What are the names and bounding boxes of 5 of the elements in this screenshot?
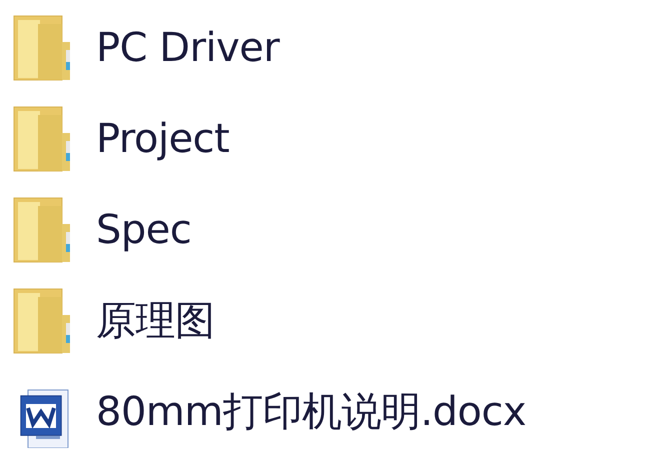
file-name[interactable]: 原理图	[96, 293, 214, 348]
file-name[interactable]: PC Driver	[96, 24, 280, 70]
file-name[interactable]: 80mm打印机说明.docx	[96, 384, 526, 439]
file-name[interactable]: Spec	[96, 206, 192, 252]
file-name[interactable]: Project	[96, 116, 230, 162]
